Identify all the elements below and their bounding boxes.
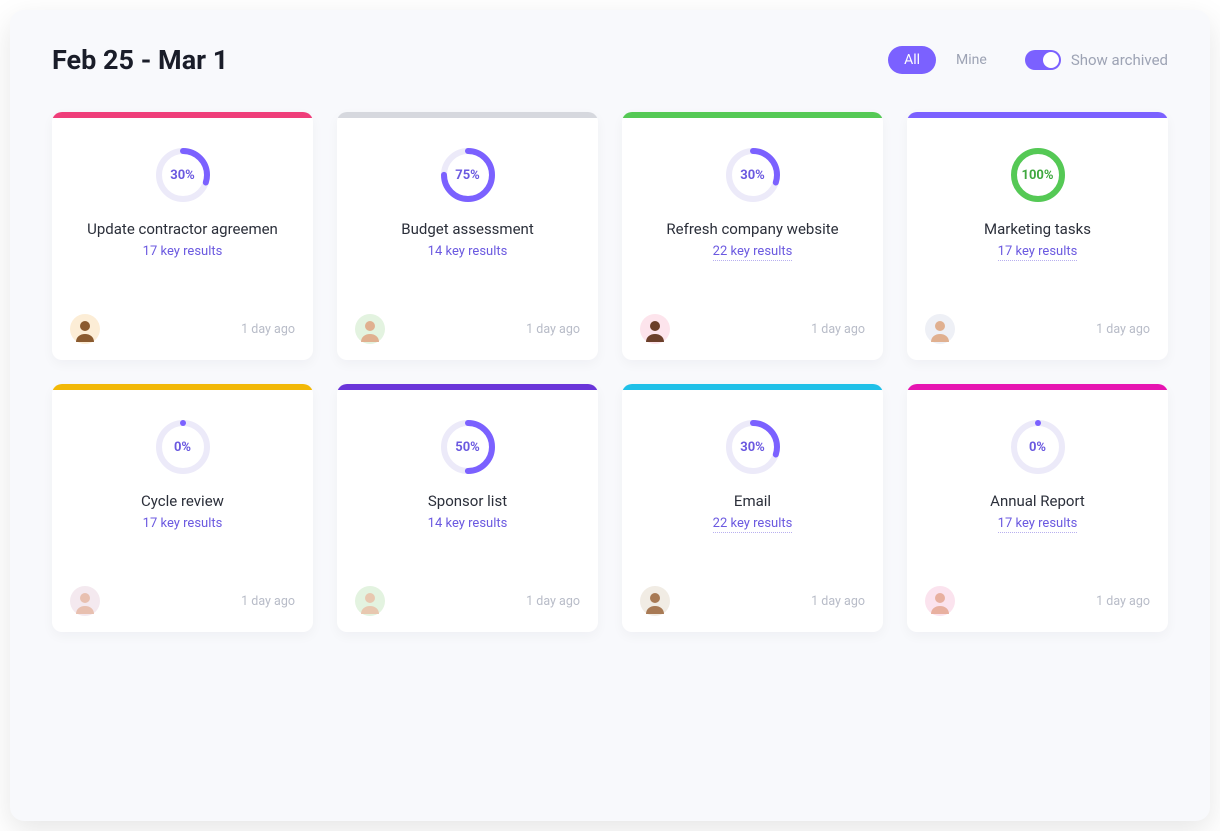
avatar-icon — [70, 314, 100, 344]
card-footer: 1 day ago — [622, 314, 883, 360]
archived-toggle-row: Show archived — [1025, 50, 1168, 70]
avatar-icon — [925, 586, 955, 616]
objective-card[interactable]: 0% Cycle review 17 key results 1 day ago — [52, 384, 313, 632]
progress-ring: 75% — [439, 146, 497, 204]
card-timestamp: 1 day ago — [241, 594, 295, 609]
card-timestamp: 1 day ago — [1096, 594, 1150, 609]
progress-percent: 100% — [1009, 146, 1067, 204]
progress-ring: 30% — [154, 146, 212, 204]
card-footer: 1 day ago — [907, 586, 1168, 632]
card-title: Cycle review — [141, 492, 224, 510]
progress-percent: 30% — [724, 418, 782, 476]
avatar-icon — [355, 586, 385, 616]
card-title: Annual Report — [990, 492, 1085, 510]
card-timestamp: 1 day ago — [241, 322, 295, 337]
filter-mine[interactable]: Mine — [940, 46, 1003, 74]
card-body: 100% Marketing tasks 17 key results — [907, 118, 1168, 314]
avatar[interactable] — [355, 586, 385, 616]
objective-card[interactable]: 100% Marketing tasks 17 key results 1 da… — [907, 112, 1168, 360]
progress-percent: 0% — [154, 418, 212, 476]
avatar-icon — [70, 586, 100, 616]
card-body: 75% Budget assessment 14 key results — [337, 118, 598, 314]
progress-ring: 30% — [724, 146, 782, 204]
avatar[interactable] — [355, 314, 385, 344]
progress-ring: 0% — [1009, 418, 1067, 476]
filter-all[interactable]: All — [888, 46, 936, 74]
dashboard: Feb 25 - Mar 1 All Mine Show archived — [10, 10, 1210, 821]
card-footer: 1 day ago — [337, 586, 598, 632]
card-timestamp: 1 day ago — [526, 594, 580, 609]
objective-card[interactable]: 30% Refresh company website 22 key resul… — [622, 112, 883, 360]
card-timestamp: 1 day ago — [811, 322, 865, 337]
card-key-results[interactable]: 17 key results — [143, 244, 223, 259]
filter-pills: All Mine — [888, 46, 1003, 74]
objective-card[interactable]: 30% Update contractor agreemen 17 key re… — [52, 112, 313, 360]
progress-ring: 50% — [439, 418, 497, 476]
toggle-knob-icon — [1043, 52, 1059, 68]
card-footer: 1 day ago — [337, 314, 598, 360]
card-key-results[interactable]: 17 key results — [998, 244, 1078, 261]
objective-card[interactable]: 0% Annual Report 17 key results 1 day ag… — [907, 384, 1168, 632]
card-title: Email — [734, 492, 771, 510]
progress-ring: 30% — [724, 418, 782, 476]
avatar-icon — [925, 314, 955, 344]
card-key-results[interactable]: 17 key results — [998, 516, 1078, 533]
card-body: 0% Cycle review 17 key results — [52, 390, 313, 586]
controls: All Mine Show archived — [888, 46, 1168, 74]
card-key-results[interactable]: 14 key results — [428, 244, 508, 259]
card-body: 30% Email 22 key results — [622, 390, 883, 586]
card-footer: 1 day ago — [52, 314, 313, 360]
card-title: Marketing tasks — [984, 220, 1091, 238]
avatar[interactable] — [640, 586, 670, 616]
card-body: 50% Sponsor list 14 key results — [337, 390, 598, 586]
avatar[interactable] — [70, 586, 100, 616]
avatar-icon — [640, 586, 670, 616]
card-key-results[interactable]: 17 key results — [143, 516, 223, 531]
card-timestamp: 1 day ago — [1096, 322, 1150, 337]
card-footer: 1 day ago — [622, 586, 883, 632]
card-title: Sponsor list — [428, 492, 507, 510]
card-title: Refresh company website — [666, 220, 838, 238]
card-body: 30% Refresh company website 22 key resul… — [622, 118, 883, 314]
progress-percent: 30% — [154, 146, 212, 204]
avatar[interactable] — [925, 314, 955, 344]
card-timestamp: 1 day ago — [811, 594, 865, 609]
card-footer: 1 day ago — [52, 586, 313, 632]
card-grid: 30% Update contractor agreemen 17 key re… — [52, 112, 1168, 632]
progress-percent: 0% — [1009, 418, 1067, 476]
archived-toggle[interactable] — [1025, 50, 1061, 70]
progress-percent: 30% — [724, 146, 782, 204]
card-body: 30% Update contractor agreemen 17 key re… — [52, 118, 313, 314]
objective-card[interactable]: 50% Sponsor list 14 key results 1 day ag… — [337, 384, 598, 632]
card-title: Update contractor agreemen — [87, 220, 278, 238]
card-footer: 1 day ago — [907, 314, 1168, 360]
avatar[interactable] — [640, 314, 670, 344]
card-body: 0% Annual Report 17 key results — [907, 390, 1168, 586]
objective-card[interactable]: 30% Email 22 key results 1 day ago — [622, 384, 883, 632]
topbar: Feb 25 - Mar 1 All Mine Show archived — [52, 44, 1168, 76]
card-key-results[interactable]: 22 key results — [713, 516, 793, 533]
progress-ring: 0% — [154, 418, 212, 476]
progress-ring: 100% — [1009, 146, 1067, 204]
objective-card[interactable]: 75% Budget assessment 14 key results 1 d… — [337, 112, 598, 360]
card-timestamp: 1 day ago — [526, 322, 580, 337]
page-title: Feb 25 - Mar 1 — [52, 44, 228, 76]
avatar[interactable] — [70, 314, 100, 344]
progress-percent: 50% — [439, 418, 497, 476]
card-title: Budget assessment — [401, 220, 533, 238]
archived-toggle-label: Show archived — [1071, 51, 1168, 69]
card-key-results[interactable]: 14 key results — [428, 516, 508, 531]
card-key-results[interactable]: 22 key results — [713, 244, 793, 261]
avatar-icon — [355, 314, 385, 344]
avatar-icon — [640, 314, 670, 344]
progress-percent: 75% — [439, 146, 497, 204]
avatar[interactable] — [925, 586, 955, 616]
